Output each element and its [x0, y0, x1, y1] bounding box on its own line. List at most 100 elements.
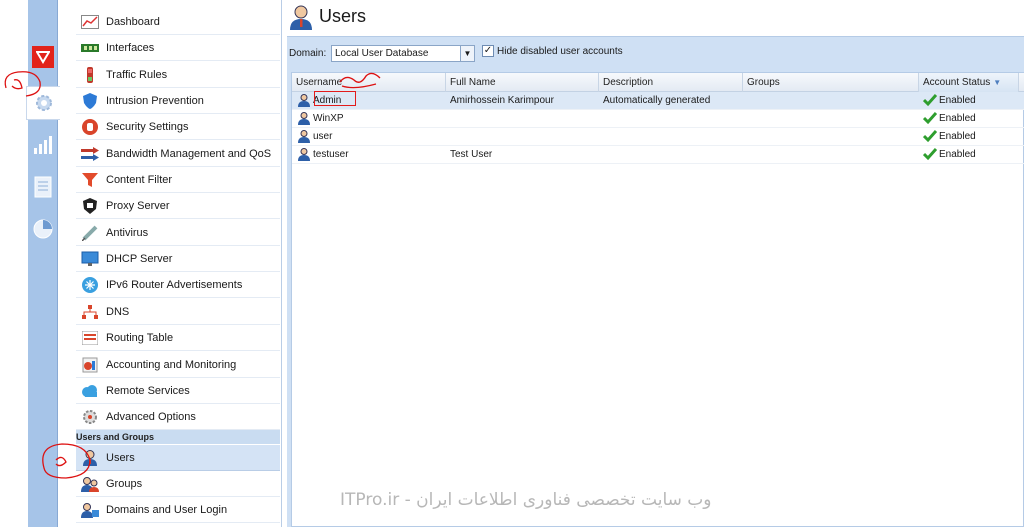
dns-tree-icon — [80, 303, 100, 321]
column-header-account-status[interactable]: Account Status ▼ — [919, 73, 1019, 92]
nav-item-content-filter[interactable]: Content Filter — [76, 167, 280, 193]
nav-item-dns[interactable]: DNS — [76, 299, 280, 325]
page-header: Users — [283, 0, 1024, 36]
cell-account-status: Enabled — [919, 146, 1019, 164]
funnel-icon — [80, 171, 100, 189]
pie-chart-icon — [33, 219, 53, 239]
hide-disabled-label[interactable]: Hide disabled user accounts — [497, 46, 623, 57]
user-icon — [80, 449, 100, 467]
bandwidth-icon — [80, 145, 100, 163]
domain-label: Domain: — [289, 48, 327, 59]
nav-item-advanced-options[interactable]: Advanced Options — [76, 404, 280, 430]
domain-icon — [80, 501, 100, 519]
bar-chart-icon — [34, 136, 52, 154]
nav-item-label: Domains and User Login — [106, 503, 228, 516]
nav-item-label: Traffic Rules — [106, 68, 168, 81]
column-header-overflow — [1019, 73, 1024, 92]
column-header-description[interactable]: Description — [599, 73, 743, 92]
group-icon — [80, 475, 100, 493]
cell-full-name: Test User — [450, 149, 493, 160]
cell-groups — [743, 128, 919, 146]
cell-full-name: Amirhossein Karimpour — [450, 95, 554, 106]
cell-groups — [743, 146, 919, 164]
column-header-groups[interactable]: Groups — [743, 73, 919, 92]
username-text: WinXP — [313, 113, 344, 124]
nav-item-dashboard[interactable]: Dashboard — [76, 9, 280, 35]
shield-icon — [80, 92, 100, 110]
watermark: ITPro.ir - وب سایت تخصصی فناوری اطلاعات … — [340, 490, 712, 510]
username-text: user — [313, 131, 333, 142]
nav-item-label: Users — [106, 451, 135, 464]
syringe-icon — [80, 224, 100, 242]
accounting-icon — [80, 356, 100, 374]
cell-description — [599, 110, 743, 128]
sort-desc-icon: ▼ — [993, 78, 1002, 87]
chevron-down-icon[interactable]: ▼ — [460, 46, 474, 61]
table-row[interactable]: user Enabled — [292, 128, 1024, 146]
table-row[interactable]: WinXP Enabled — [292, 110, 1024, 128]
username-text: testuser — [313, 149, 349, 160]
annotation-highlight-box — [314, 91, 356, 106]
nav-item-label: Security Settings — [106, 120, 189, 133]
traffic-rules-icon — [80, 66, 100, 84]
table-row[interactable]: testuser Test User Enabled — [292, 146, 1024, 164]
cell-username: user — [294, 128, 446, 146]
status-text: Enabled — [939, 149, 976, 160]
monitor-icon — [80, 250, 100, 268]
cell-full-name — [446, 110, 599, 128]
statistics-button[interactable] — [28, 128, 58, 162]
nav-item-ipv6-router[interactable]: IPv6 Router Advertisements — [76, 272, 280, 298]
nav-item-bandwidth[interactable]: Bandwidth Management and QoS — [76, 141, 280, 167]
column-header-full-name[interactable]: Full Name — [446, 73, 599, 92]
filter-toolbar: Domain: Local User Database ▼ ✓ Hide dis… — [287, 36, 1024, 70]
nav-item-accounting[interactable]: Accounting and Monitoring — [76, 352, 280, 378]
cell-account-status: Enabled — [919, 110, 1019, 128]
nav-item-label: Bandwidth Management and QoS — [106, 147, 272, 160]
logs-button[interactable] — [28, 170, 58, 204]
grid-header: Username Full Name Description Groups Ac… — [292, 73, 1024, 92]
ipv6-icon — [80, 276, 100, 294]
document-icon — [34, 176, 52, 198]
nav-item-security-settings[interactable]: Security Settings — [76, 114, 280, 140]
domain-select[interactable]: Local User Database ▼ — [331, 45, 475, 62]
interfaces-icon — [80, 39, 100, 57]
cloud-icon — [80, 382, 100, 400]
gear-icon — [80, 408, 100, 426]
column-header-username[interactable]: Username — [292, 73, 446, 92]
column-header-label: Username — [296, 77, 343, 88]
nav-item-traffic-rules[interactable]: Traffic Rules — [76, 62, 280, 88]
column-header-label: Groups — [747, 77, 780, 88]
cell-account-status: Enabled — [919, 128, 1019, 146]
nav-item-users[interactable]: Users — [76, 445, 280, 471]
nav-item-label: Groups — [106, 477, 143, 490]
cell-groups — [743, 92, 919, 110]
nav-item-intrusion-prevention[interactable]: Intrusion Prevention — [76, 88, 280, 114]
cell-username: testuser — [294, 146, 446, 164]
status-button[interactable] — [28, 212, 58, 246]
nav-item-interfaces[interactable]: Interfaces — [76, 35, 280, 61]
security-hand-icon — [80, 118, 100, 136]
nav-item-proxy-server[interactable]: Proxy Server — [76, 193, 280, 219]
kerio-logo-button[interactable] — [28, 40, 58, 74]
configuration-button[interactable] — [26, 86, 60, 120]
icon-rail — [0, 0, 60, 527]
dashboard-icon — [80, 13, 100, 31]
nav-item-groups[interactable]: Groups — [76, 471, 280, 497]
nav-item-dhcp-server[interactable]: DHCP Server — [76, 246, 280, 272]
column-header-label: Account Status — [923, 77, 991, 88]
table-row[interactable]: Admin Amirhossein Karimpour Automaticall… — [292, 92, 1024, 110]
nav-item-routing-table[interactable]: Routing Table — [76, 325, 280, 351]
nav-item-antivirus[interactable]: Antivirus — [76, 220, 280, 246]
cell-full-name — [446, 128, 599, 146]
nav-item-label: Dashboard — [106, 15, 160, 28]
user-icon — [298, 147, 310, 161]
nav-section-users-and-groups: Users and Groups — [76, 430, 280, 444]
hide-disabled-checkbox[interactable]: ✓ — [482, 45, 494, 57]
nav-item-label: Intrusion Prevention — [106, 94, 204, 107]
page-title: Users — [319, 6, 367, 26]
user-icon — [298, 93, 310, 107]
routing-icon — [80, 329, 100, 347]
nav-item-domains-user-login[interactable]: Domains and User Login — [76, 497, 280, 523]
nav-item-remote-services[interactable]: Remote Services — [76, 378, 280, 404]
status-text: Enabled — [939, 95, 976, 106]
